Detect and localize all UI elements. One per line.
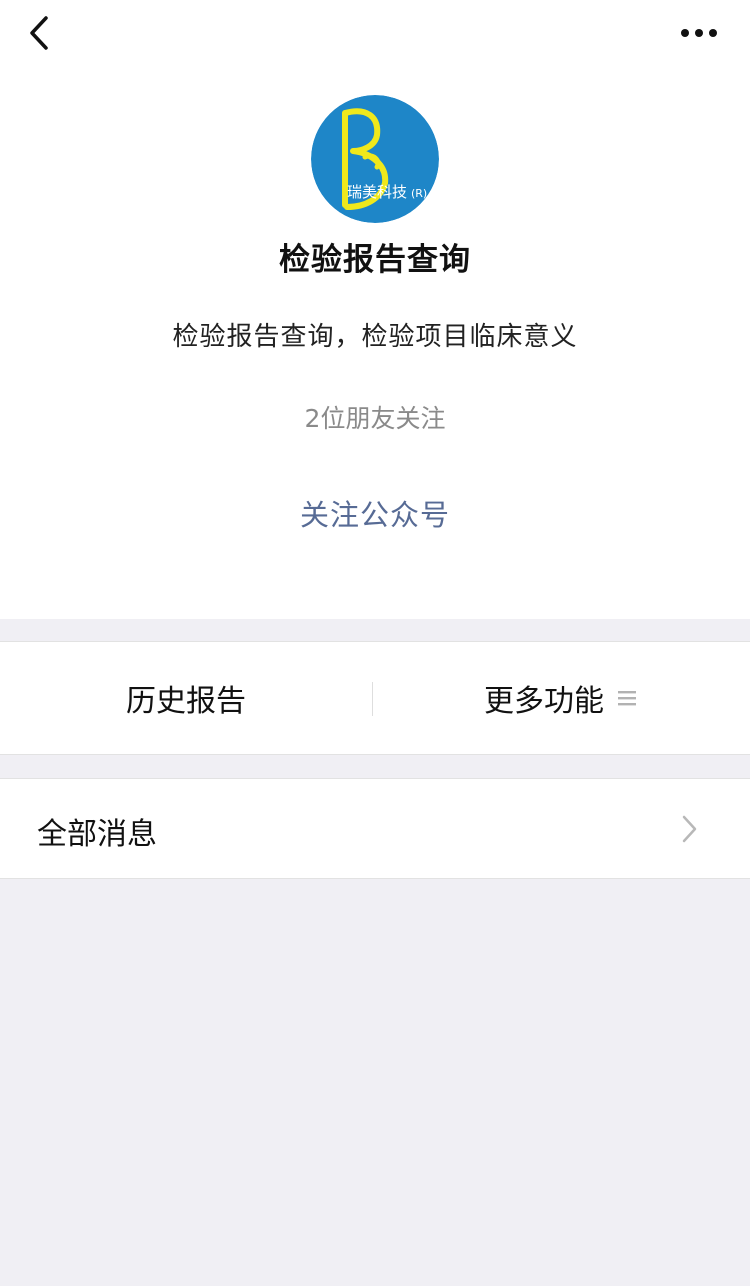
menu-item-label: 历史报告 bbox=[126, 684, 246, 719]
account-description: 检验报告查询，检验项目临床意义 bbox=[172, 322, 578, 352]
menu-item-label: 更多功能 bbox=[484, 684, 604, 719]
back-button[interactable] bbox=[18, 12, 62, 56]
profile-card: 瑞美科技 (R) 检验报告查询 检验报告查询，检验项目临床意义 2位朋友关注 关… bbox=[0, 0, 750, 619]
follow-button[interactable]: 关注公众号 bbox=[275, 492, 475, 538]
menu-history-reports[interactable]: 历史报告 bbox=[0, 642, 372, 754]
all-messages-label: 全部消息 bbox=[37, 817, 157, 852]
menu-lines-icon bbox=[618, 691, 636, 706]
svg-text:(R): (R) bbox=[411, 187, 427, 200]
account-name: 检验报告查询 bbox=[279, 242, 471, 278]
all-messages-row[interactable]: 全部消息 bbox=[0, 778, 750, 879]
menu-bar: 历史报告 更多功能 bbox=[0, 641, 750, 755]
more-dots-icon bbox=[681, 29, 717, 37]
brand-logo: 瑞美科技 (R) bbox=[311, 95, 439, 223]
avatar[interactable]: 瑞美科技 (R) bbox=[311, 95, 439, 223]
chevron-right-icon bbox=[682, 815, 697, 843]
menu-more-functions[interactable]: 更多功能 bbox=[374, 642, 746, 754]
menu-divider bbox=[372, 682, 373, 716]
more-button[interactable] bbox=[672, 16, 726, 52]
followers-count: 2位朋友关注 bbox=[304, 404, 446, 433]
svg-text:瑞美科技: 瑞美科技 bbox=[347, 183, 407, 201]
chevron-left-icon bbox=[30, 16, 48, 50]
